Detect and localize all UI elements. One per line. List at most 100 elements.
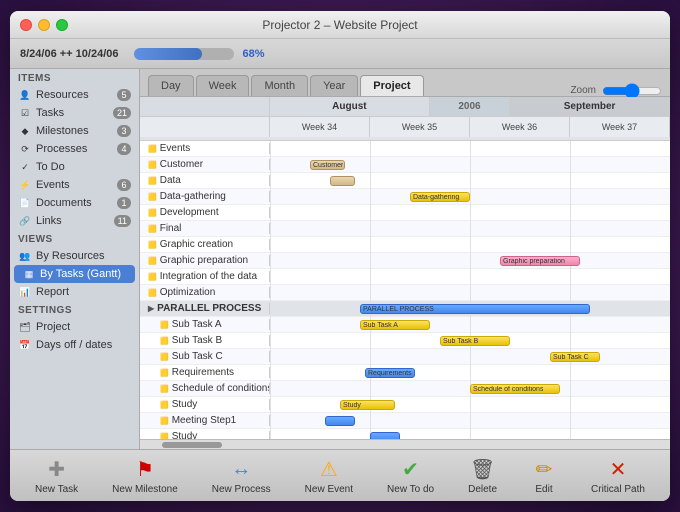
sidebar-item-todo[interactable]: ✓ To Do bbox=[10, 158, 139, 176]
gantt-row[interactable]: 🟨Data-gatheringData-gathering bbox=[140, 189, 670, 205]
bar-label: Sub Task B bbox=[443, 338, 478, 345]
bottom-btn-new-to-do[interactable]: ✔New To do bbox=[379, 452, 442, 499]
task-type-icon: 🟨 bbox=[148, 177, 157, 185]
week-36: Week 36 bbox=[470, 117, 570, 137]
gantt-row[interactable]: ▶PARALLEL PROCESSPARALLEL PROCESS bbox=[140, 301, 670, 317]
resources-icon: 👥 bbox=[18, 250, 32, 262]
gantt-bar[interactable]: Requirements bbox=[365, 368, 415, 378]
gantt-bar[interactable]: Graphic preparation bbox=[500, 256, 580, 266]
tab-project[interactable]: Project bbox=[360, 75, 423, 96]
gantt-row[interactable]: 🟨Sub Task BSub Task B bbox=[140, 333, 670, 349]
gantt-icon: ▦ bbox=[22, 268, 36, 280]
gantt-row[interactable]: 🟨Graphic creation bbox=[140, 237, 670, 253]
bottom-btn-new-event[interactable]: ⚠New Event bbox=[297, 452, 361, 499]
sidebar-item-tasks[interactable]: ☑ Tasks 21 bbox=[10, 104, 139, 122]
sidebar-settings-project[interactable]: 🗂 Project bbox=[10, 318, 139, 336]
close-button[interactable] bbox=[20, 19, 32, 31]
gantt-bar[interactable] bbox=[330, 176, 355, 186]
bottom-btn-icon: ✕ bbox=[605, 456, 631, 482]
sidebar-item-processes[interactable]: ⟳ Processes 4 bbox=[10, 140, 139, 158]
gantt-bar-area bbox=[270, 269, 670, 285]
bottom-btn-edit[interactable]: ✏Edit bbox=[523, 452, 565, 499]
gantt-row[interactable]: 🟨Final bbox=[140, 221, 670, 237]
sidebar-item-links[interactable]: 🔗 Links 11 bbox=[10, 212, 139, 230]
sidebar-item-documents[interactable]: 📄 Documents 1 bbox=[10, 194, 139, 212]
gantt-row[interactable]: 🟨Schedule of conditions Schedule of condi… bbox=[140, 381, 670, 397]
task-name: 🟨Graphic preparation bbox=[140, 255, 270, 266]
tab-bar: Day Week Month Year Project Zoom bbox=[140, 69, 670, 97]
sidebar-view-report[interactable]: 📊 Report bbox=[10, 283, 139, 301]
gantt-bar[interactable]: Customer bbox=[310, 160, 345, 170]
horizontal-scrollbar[interactable] bbox=[140, 439, 670, 449]
bottom-btn-label: Critical Path bbox=[591, 484, 645, 495]
gantt-row[interactable]: 🟨Optimization bbox=[140, 285, 670, 301]
bottom-btn-label: New Process bbox=[212, 484, 271, 495]
gantt-bar[interactable]: Schedule of conditions bbox=[470, 384, 560, 394]
tab-day[interactable]: Day bbox=[148, 75, 194, 96]
gantt-bar[interactable]: Sub Task C bbox=[550, 352, 600, 362]
gantt-bar-area bbox=[270, 173, 670, 189]
gantt-bar-area bbox=[270, 429, 670, 440]
gantt-row[interactable]: 🟨Development bbox=[140, 205, 670, 221]
tab-month[interactable]: Month bbox=[251, 75, 308, 96]
date-range: 8/24/06 ++ 10/24/06 bbox=[20, 48, 118, 60]
sidebar-view-by-resources[interactable]: 👥 By Resources bbox=[10, 247, 139, 265]
gantt-bar[interactable]: PARALLEL PROCESS bbox=[360, 304, 590, 314]
gantt-bar-area: Sub Task C bbox=[270, 349, 670, 365]
maximize-button[interactable] bbox=[56, 19, 68, 31]
gantt-row[interactable]: 🟨Graphic preparation Graphic preparation bbox=[140, 253, 670, 269]
main-window: Projector 2 – Website Project 8/24/06 ++… bbox=[10, 11, 670, 501]
bottom-btn-delete[interactable]: 🗑Delete bbox=[460, 452, 505, 499]
sidebar-view-by-tasks[interactable]: ▦ By Tasks (Gantt) bbox=[14, 265, 135, 283]
tab-week[interactable]: Week bbox=[196, 75, 250, 96]
gantt-row[interactable]: 🟨Data bbox=[140, 173, 670, 189]
gantt-bar[interactable]: Data-gathering bbox=[410, 192, 470, 202]
bar-label: Sub Task A bbox=[363, 322, 398, 329]
gantt-row[interactable]: 🟨Sub Task ASub Task A bbox=[140, 317, 670, 333]
task-name: 🟨Graphic creation bbox=[140, 239, 270, 250]
bottom-btn-new-milestone[interactable]: ⚑New Milestone bbox=[104, 452, 186, 499]
month-september: September bbox=[510, 97, 670, 116]
gantt-bar-area: Requirements bbox=[270, 365, 670, 381]
sidebar-settings-days[interactable]: 📅 Days off / dates bbox=[10, 336, 139, 354]
bottom-btn-new-task[interactable]: ✚New Task bbox=[27, 452, 86, 499]
gantt-bar-area: Study bbox=[270, 397, 670, 413]
window-title: Projector 2 – Website Project bbox=[262, 18, 417, 32]
gantt-row[interactable]: 🟨CustomerCustomer bbox=[140, 157, 670, 173]
gantt-bar[interactable] bbox=[370, 432, 400, 440]
gantt-row[interactable]: 🟨Sub Task CSub Task C bbox=[140, 349, 670, 365]
sidebar-item-resources[interactable]: 👤 Resources 5 bbox=[10, 86, 139, 104]
zoom-slider[interactable] bbox=[602, 86, 662, 96]
gantt-row[interactable]: 🟨Requirements Requirements bbox=[140, 365, 670, 381]
gantt-row[interactable]: 🟨Study bbox=[140, 429, 670, 439]
task-type-icon: 🟨 bbox=[160, 385, 169, 393]
task-name: 🟨Requirements bbox=[140, 367, 270, 378]
gantt-row[interactable]: 🟨Events bbox=[140, 141, 670, 157]
gantt-row[interactable]: 🟨Meeting Step1 bbox=[140, 413, 670, 429]
bar-label: Study bbox=[343, 402, 361, 409]
calendar-icon: 📅 bbox=[18, 339, 32, 351]
bottom-btn-icon: ✏ bbox=[531, 456, 557, 482]
sidebar-item-milestones[interactable]: ◆ Milestones 3 bbox=[10, 122, 139, 140]
gantt-bar-area bbox=[270, 285, 670, 301]
task-type-icon: 🟨 bbox=[148, 145, 157, 153]
gantt-bar[interactable]: Sub Task B bbox=[440, 336, 510, 346]
task-name: 🟨Development bbox=[140, 207, 270, 218]
bottom-btn-critical-path[interactable]: ✕ Critical Path bbox=[583, 452, 653, 499]
task-name: 🟨Schedule of conditions bbox=[140, 383, 270, 394]
tab-year[interactable]: Year bbox=[310, 75, 358, 96]
bottom-btn-label: New Task bbox=[35, 484, 78, 495]
task-type-icon: 🟨 bbox=[148, 161, 157, 169]
minimize-button[interactable] bbox=[38, 19, 50, 31]
gantt-row[interactable]: 🟨Integration of the data bbox=[140, 269, 670, 285]
gantt-bar[interactable]: Study bbox=[340, 400, 395, 410]
sidebar-item-events[interactable]: ⚡ Events 6 bbox=[10, 176, 139, 194]
bottom-btn-new-process[interactable]: ↔New Process bbox=[204, 452, 279, 499]
gantt-bar[interactable]: Sub Task A bbox=[360, 320, 430, 330]
person-icon: 👤 bbox=[18, 89, 32, 101]
task-name: 🟨Events bbox=[140, 143, 270, 154]
gantt-body: 🟨Events🟨CustomerCustomer🟨Data🟨Data-gathe… bbox=[140, 141, 670, 439]
scroll-thumb[interactable] bbox=[162, 442, 222, 448]
gantt-bar[interactable] bbox=[325, 416, 355, 426]
gantt-row[interactable]: 🟨StudyStudy bbox=[140, 397, 670, 413]
